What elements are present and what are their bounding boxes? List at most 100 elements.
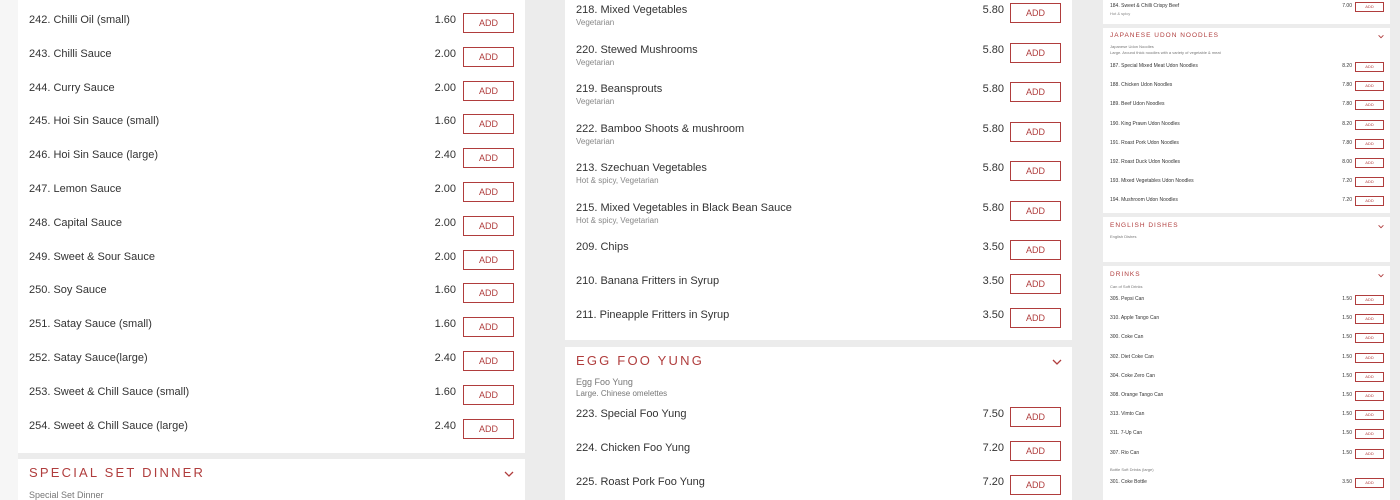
- left-gutter: [0, 0, 18, 500]
- add-button[interactable]: ADD: [1355, 410, 1384, 421]
- chevron-down-icon[interactable]: [1378, 224, 1384, 229]
- add-button[interactable]: ADD: [1355, 81, 1384, 92]
- add-button[interactable]: ADD: [1355, 119, 1384, 130]
- menu-item-name: 243. Chilli Sauce: [29, 47, 112, 60]
- menu-item-name: 219. Beansprouts: [576, 83, 663, 95]
- section-subdescription-egg-foo-yung: Large. Chinese omelettes: [576, 389, 668, 398]
- menu-item-price: 1.50: [1342, 430, 1352, 437]
- add-button[interactable]: ADD: [1355, 371, 1384, 382]
- menu-item-name: 192. Roast Duck Udon Noodles: [1110, 159, 1181, 165]
- menu-item-name: 209. Chips: [576, 241, 629, 253]
- add-button[interactable]: ADD: [1010, 121, 1061, 142]
- menu-item-name: 211. Pineapple Fritters in Syrup: [576, 309, 730, 321]
- chevron-down-icon[interactable]: [1378, 273, 1384, 278]
- menu-item-price: 7.20: [1342, 197, 1352, 204]
- menu-item-price: 5.80: [982, 201, 1004, 214]
- menu-item-price: 1.50: [1342, 353, 1352, 360]
- add-button[interactable]: ADD: [1355, 100, 1384, 111]
- add-button[interactable]: ADD: [1355, 352, 1384, 363]
- section-title-special-set-dinner[interactable]: SPECIAL SET DINNER: [29, 465, 205, 480]
- add-button[interactable]: ADD: [1355, 138, 1384, 149]
- menu-item-price: 3.50: [982, 241, 1004, 253]
- menu-item-name: 304. Coke Zero Can: [1110, 372, 1156, 379]
- menu-item-name: 193. Mixed Vegetables Udon Noodles: [1110, 178, 1194, 185]
- section-title-udon-noodles[interactable]: JAPANESE UDON NOODLES: [1110, 32, 1219, 39]
- add-button[interactable]: ADD: [1355, 314, 1384, 325]
- add-button[interactable]: ADD: [1355, 429, 1384, 440]
- add-button[interactable]: ADD: [1010, 274, 1061, 294]
- add-button[interactable]: ADD: [1010, 42, 1061, 63]
- menu-item-price: 5.80: [982, 43, 1004, 56]
- add-button[interactable]: ADD: [463, 351, 514, 371]
- add-button[interactable]: ADD: [463, 148, 514, 169]
- menu-item-name: 249. Sweet & Sour Sauce: [29, 250, 155, 263]
- add-button[interactable]: ADD: [463, 283, 514, 304]
- add-button[interactable]: ADD: [1355, 158, 1384, 168]
- menu-item-name: 252. Satay Sauce(large): [29, 352, 148, 364]
- chevron-down-icon[interactable]: [504, 470, 514, 478]
- add-button[interactable]: ADD: [1010, 474, 1061, 495]
- menu-item-name: 224. Chicken Foo Yung: [576, 441, 691, 454]
- menu-item-name: 302. Diet Coke Can: [1110, 353, 1154, 360]
- add-button[interactable]: ADD: [1010, 308, 1061, 328]
- add-button[interactable]: ADD: [463, 384, 514, 405]
- add-button[interactable]: ADD: [463, 249, 514, 270]
- add-button[interactable]: ADD: [1010, 3, 1061, 23]
- menu-item-price: 7.80: [1342, 101, 1352, 108]
- menu-item-price: 1.60: [434, 14, 456, 26]
- menu-item-price: 1.50: [1342, 411, 1352, 418]
- menu-item-name: 190. King Prawn Udon Noodles: [1110, 120, 1180, 127]
- add-button[interactable]: ADD: [1355, 333, 1384, 344]
- menu-page: SPECIAL SET DINNER Special Set Dinner EG…: [0, 0, 1400, 500]
- add-button[interactable]: ADD: [463, 114, 514, 135]
- menu-item-tags: Vegetarian: [576, 57, 615, 67]
- add-button[interactable]: ADD: [463, 317, 514, 338]
- section-title-english-dishes[interactable]: ENGLISH DISHES: [1110, 222, 1179, 229]
- add-button[interactable]: ADD: [463, 46, 514, 67]
- section-description-english: English Dishes: [1110, 234, 1137, 239]
- menu-item-name: 307. Rio Can: [1110, 449, 1140, 456]
- add-button[interactable]: ADD: [1355, 62, 1384, 72]
- add-button[interactable]: ADD: [1355, 196, 1384, 207]
- menu-item-name: 311. 7-Up Can: [1110, 430, 1143, 437]
- menu-item-price: 3.50: [982, 309, 1004, 321]
- add-button[interactable]: ADD: [1355, 177, 1384, 188]
- section-title-egg-foo-yung[interactable]: EGG FOO YUNG: [576, 353, 704, 368]
- menu-item-name: 222. Bamboo Shoots & mushroom: [576, 122, 745, 135]
- menu-item-price: 5.80: [982, 122, 1004, 135]
- menu-item-name: 218. Mixed Vegetables: [576, 4, 688, 16]
- add-button[interactable]: ADD: [463, 13, 514, 33]
- menu-item-price: 2.00: [434, 47, 456, 60]
- section-description-egg-foo-yung: Egg Foo Yung: [576, 377, 633, 387]
- menu-item-price: 2.00: [434, 183, 456, 195]
- menu-item-name: 305. Pepsi Can: [1110, 296, 1145, 302]
- menu-item-price: 5.80: [982, 4, 1004, 16]
- add-button[interactable]: ADD: [1355, 448, 1384, 459]
- menu-item-price: 7.50: [982, 408, 1004, 420]
- menu-item-tags: Hot & spicy: [1110, 11, 1131, 16]
- add-button[interactable]: ADD: [1010, 161, 1061, 181]
- add-button[interactable]: ADD: [1355, 478, 1384, 488]
- add-button[interactable]: ADD: [463, 182, 514, 202]
- add-button[interactable]: ADD: [1010, 440, 1061, 461]
- add-button[interactable]: ADD: [1010, 240, 1061, 260]
- add-button[interactable]: ADD: [1355, 2, 1384, 12]
- chevron-down-icon[interactable]: [1052, 358, 1062, 366]
- add-button[interactable]: ADD: [1355, 391, 1384, 401]
- menu-item-name: 189. Beef Udon Noodles: [1110, 101, 1165, 108]
- section-title-drinks[interactable]: DRINKS: [1110, 271, 1141, 278]
- add-button[interactable]: ADD: [463, 215, 514, 236]
- drinks-group-bottles: Bottle Soft Drinks (large): [1110, 467, 1154, 472]
- add-button[interactable]: ADD: [1010, 82, 1061, 102]
- add-button[interactable]: ADD: [463, 418, 514, 439]
- add-button[interactable]: ADD: [1010, 200, 1061, 221]
- menu-item-price: 8.20: [1342, 63, 1352, 69]
- menu-item-tags: Vegetarian: [576, 18, 615, 27]
- add-button[interactable]: ADD: [463, 80, 514, 101]
- menu-item-name: 250. Soy Sauce: [29, 284, 107, 297]
- menu-item-price: 2.00: [434, 216, 456, 229]
- add-button[interactable]: ADD: [1355, 295, 1384, 305]
- menu-item-price: 1.50: [1342, 334, 1352, 341]
- add-button[interactable]: ADD: [1010, 407, 1061, 427]
- chevron-down-icon[interactable]: [1378, 34, 1384, 39]
